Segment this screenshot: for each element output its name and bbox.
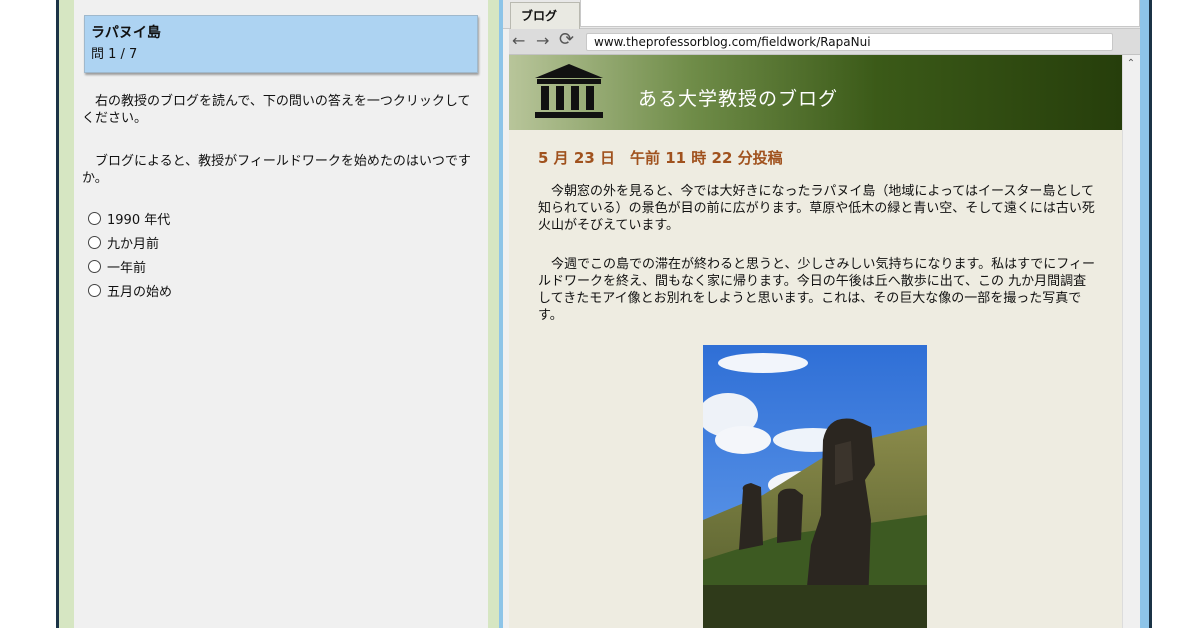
blog-title: ある大学教授のブログ — [638, 88, 839, 110]
answer-option-3[interactable]: 一年前 — [88, 254, 478, 278]
question-counter: 問 1 / 7 — [91, 47, 138, 62]
question-header: ラパヌイ島 問 1 / 7 — [84, 15, 478, 73]
museum-building-icon — [535, 64, 603, 118]
answer-option-label: 一年前 — [107, 260, 147, 276]
radio-button[interactable] — [88, 259, 101, 273]
address-bar[interactable]: www.theprofessorblog.com/fieldwork/RapaN… — [586, 33, 1113, 51]
back-arrow-icon[interactable]: ← — [512, 30, 525, 52]
blog-paragraph-1: 今朝窓の外を見ると、今では大好きになったラパヌイ島（地域によってはイースター島と… — [538, 184, 1095, 233]
question-set-title: ラパヌイ島 — [91, 25, 161, 41]
answer-option-4[interactable]: 五月の始め — [88, 278, 478, 302]
answer-option-2[interactable]: 九か月前 — [88, 230, 478, 254]
radio-button[interactable] — [88, 235, 101, 249]
tab-blog[interactable]: ブログ — [510, 2, 580, 29]
radio-button[interactable] — [88, 211, 101, 225]
radio-button[interactable] — [88, 283, 101, 297]
answer-option-label: 五月の始め — [107, 284, 173, 300]
vertical-scrollbar[interactable] — [1122, 55, 1140, 628]
question-text: ブログによると、教授がフィールドワークを始めたのはいつですか。 — [82, 154, 471, 186]
answer-option-1[interactable]: 1990 年代 — [88, 206, 478, 230]
post-date: 5 月 23 日 午前 11 時 22 分投稿 — [538, 149, 783, 167]
answer-option-label: 九か月前 — [107, 236, 160, 252]
tab-bar-blank — [580, 0, 1140, 27]
scroll-up-arrow-icon[interactable]: ⌃ — [1124, 57, 1138, 71]
forward-arrow-icon[interactable]: → — [536, 30, 549, 52]
moai-statues-photo — [703, 345, 927, 628]
answer-option-label: 1990 年代 — [107, 212, 171, 228]
reload-icon[interactable]: ⟳ — [559, 29, 574, 51]
question-instruction: 右の教授のブログを読んで、下の問いの答えを一つクリックしてください。 — [82, 94, 471, 126]
blog-paragraph-2: 今週でこの島での滞在が終わると思うと、少しさみしい気持ちになります。私はすでにフ… — [538, 257, 1096, 323]
answer-options: 1990 年代 九か月前 一年前 五月の始め — [88, 206, 478, 302]
